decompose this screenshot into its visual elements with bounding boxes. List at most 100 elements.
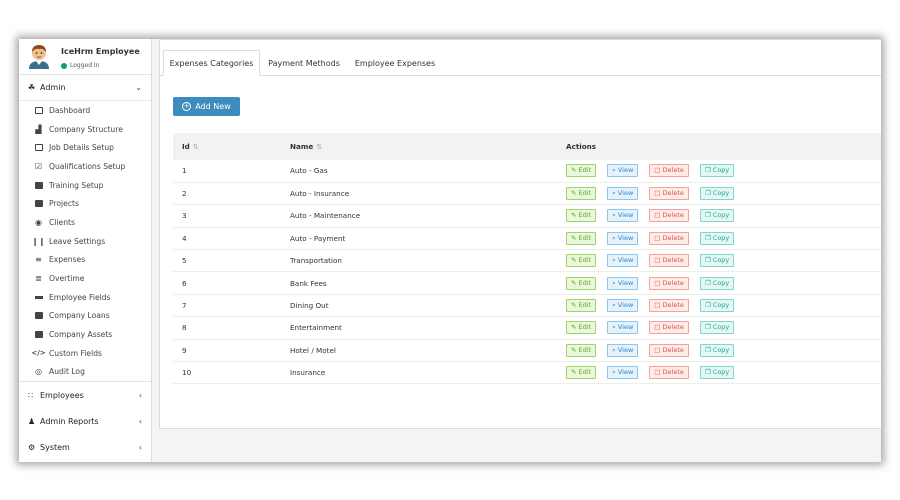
- sidebar-item-label: Overtime: [49, 274, 85, 284]
- copy-button[interactable]: ❐ Copy: [699, 276, 735, 290]
- delete-button[interactable]: □ Delete: [649, 254, 689, 268]
- edit-button[interactable]: ✎ Edit: [566, 299, 597, 313]
- cell-name: Transportation: [290, 249, 566, 273]
- column-header-name[interactable]: Name ⇅: [290, 133, 566, 160]
- edit-button[interactable]: ✎ Edit: [566, 209, 597, 223]
- copy-button[interactable]: ❐ Copy: [699, 321, 735, 335]
- sidebar-item-label: Expenses: [49, 255, 86, 265]
- cell-name: Auto - Maintenance: [290, 204, 566, 228]
- delete-button[interactable]: □ Delete: [649, 164, 689, 178]
- plus-circle-icon: +: [182, 102, 192, 111]
- sidebar-section-system[interactable]: ⚙ System ‹: [19, 434, 151, 460]
- edit-button[interactable]: ✎ Edit: [566, 187, 597, 201]
- cell-name: Entertainment: [290, 316, 566, 340]
- delete-button[interactable]: □ Delete: [649, 276, 689, 290]
- edit-button[interactable]: ✎ Edit: [566, 254, 597, 268]
- sidebar-item-custom-fields[interactable]: </> Custom Fields: [19, 344, 151, 363]
- code-icon: </>: [31, 349, 46, 358]
- sidebar-section-employees[interactable]: ∷ Employees ‹: [19, 382, 151, 408]
- sidebar-section-admin-label: Admin: [40, 83, 66, 92]
- sidebar-item-training-setup[interactable]: Training Setup: [19, 176, 151, 195]
- user-circle-icon: ◉: [35, 217, 42, 227]
- edit-button[interactable]: ✎ Edit: [566, 321, 597, 335]
- copy-button[interactable]: ❐ Copy: [699, 231, 735, 245]
- copy-icon: ❐: [704, 278, 711, 287]
- copy-button[interactable]: ❐ Copy: [699, 366, 735, 380]
- delete-button[interactable]: □ Delete: [649, 366, 689, 380]
- sort-icon: ⇅: [316, 143, 323, 151]
- view-button[interactable]: ⌕ View: [607, 254, 639, 268]
- copy-button[interactable]: ❐ Copy: [699, 164, 735, 178]
- table-row: 5 Transportation ✎ Edit ⌕ View □ Delete ❐ Cop…: [173, 249, 881, 273]
- sidebar-item-overtime[interactable]: ≣ Overtime: [19, 269, 151, 288]
- sidebar-item-job-details-setup[interactable]: Job Details Setup: [19, 138, 151, 157]
- delete-button[interactable]: □ Delete: [649, 187, 689, 201]
- delete-button[interactable]: □ Delete: [649, 299, 689, 313]
- view-button[interactable]: ⌕ View: [607, 343, 639, 357]
- search-icon: ⌕: [612, 278, 616, 287]
- column-header-id[interactable]: Id ⇅: [173, 133, 290, 160]
- view-button[interactable]: ⌕ View: [607, 187, 639, 201]
- sidebar-item-qualifications-setup[interactable]: ☑ Qualifications Setup: [19, 157, 151, 176]
- view-button[interactable]: ⌕ View: [607, 321, 639, 335]
- delete-button[interactable]: □ Delete: [649, 209, 689, 223]
- pencil-icon: ✎: [571, 278, 577, 287]
- sidebar-item-label: Training Setup: [49, 180, 104, 190]
- delete-button[interactable]: □ Delete: [649, 231, 689, 245]
- edit-button[interactable]: ✎ Edit: [566, 343, 597, 357]
- view-button[interactable]: ⌕ View: [607, 366, 639, 380]
- copy-label: Copy: [712, 233, 730, 242]
- edit-button[interactable]: ✎ Edit: [566, 164, 597, 178]
- building-icon: ▟: [35, 124, 42, 134]
- copy-label: Copy: [712, 256, 730, 265]
- user-status: Logged In: [61, 62, 100, 69]
- chevron-left-icon: ‹: [138, 390, 142, 400]
- tab-employee-expenses[interactable]: Employee Expenses: [350, 50, 440, 76]
- edit-label: Edit: [578, 166, 592, 175]
- edit-button[interactable]: ✎ Edit: [566, 231, 597, 245]
- sidebar-item-audit-log[interactable]: ◎ Audit Log: [19, 363, 151, 382]
- sidebar-item-company-loans[interactable]: Company Loans: [19, 307, 151, 326]
- cell-name: Auto - Gas: [290, 160, 566, 183]
- sidebar-item-leave-settings[interactable]: ❙❙ Leave Settings: [19, 232, 151, 251]
- view-label: View: [617, 323, 634, 332]
- overtime-icon: ≣: [35, 274, 42, 284]
- sidebar-section-admin-reports[interactable]: ♟ Admin Reports ‹: [19, 408, 151, 434]
- compass-icon: ◎: [35, 367, 42, 377]
- sidebar-item-projects[interactable]: Projects: [19, 194, 151, 213]
- sidebar-item-label: Job Details Setup: [49, 143, 114, 153]
- view-button[interactable]: ⌕ View: [607, 299, 639, 313]
- view-button[interactable]: ⌕ View: [607, 164, 639, 178]
- tab-expenses-categories[interactable]: Expenses Categories: [163, 50, 260, 76]
- sidebar-item-company-structure[interactable]: ▟ Company Structure: [19, 120, 151, 139]
- edit-button[interactable]: ✎ Edit: [566, 366, 597, 380]
- view-button[interactable]: ⌕ View: [607, 231, 639, 245]
- sidebar-item-company-assets[interactable]: Company Assets: [19, 325, 151, 344]
- copy-button[interactable]: ❐ Copy: [699, 209, 735, 223]
- sidebar-item-dashboard[interactable]: Dashboard: [19, 101, 151, 120]
- sidebar-item-label: Company Loans: [49, 311, 110, 321]
- copy-label: Copy: [712, 368, 730, 377]
- tab-payment-methods[interactable]: Payment Methods: [263, 50, 345, 76]
- sidebar-item-expenses[interactable]: ≡ Expenses: [19, 251, 151, 270]
- view-button[interactable]: ⌕ View: [607, 209, 639, 223]
- copy-button[interactable]: ❐ Copy: [699, 343, 735, 357]
- cell-actions: ✎ Edit ⌕ View □ Delete ❐ Copy: [566, 294, 881, 318]
- copy-label: Copy: [712, 323, 730, 332]
- delete-button[interactable]: □ Delete: [649, 343, 689, 357]
- sidebar-section-admin[interactable]: ☘ Admin ⌄: [19, 75, 151, 101]
- sidebar-item-employee-fields[interactable]: Employee Fields: [19, 288, 151, 307]
- view-button[interactable]: ⌕ View: [607, 276, 639, 290]
- cell-id: 1: [173, 160, 290, 183]
- add-new-button[interactable]: + Add New: [173, 97, 240, 116]
- cogs-icon: ⚙: [28, 442, 36, 452]
- sidebar-item-clients[interactable]: ◉ Clients: [19, 213, 151, 232]
- delete-button[interactable]: □ Delete: [649, 321, 689, 335]
- cell-actions: ✎ Edit ⌕ View □ Delete ❐ Copy: [566, 204, 881, 228]
- copy-button[interactable]: ❐ Copy: [699, 187, 735, 201]
- copy-button[interactable]: ❐ Copy: [699, 299, 735, 313]
- copy-button[interactable]: ❐ Copy: [699, 254, 735, 268]
- edit-button[interactable]: ✎ Edit: [566, 276, 597, 290]
- delete-label: Delete: [662, 166, 684, 175]
- copy-label: Copy: [712, 301, 730, 310]
